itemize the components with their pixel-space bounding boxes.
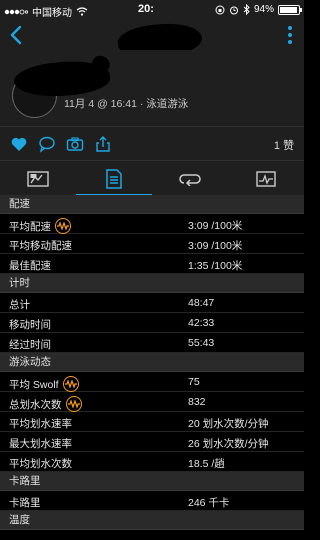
waveform-chart-icon[interactable] bbox=[62, 376, 79, 392]
carrier-name: 中国移动 bbox=[32, 8, 72, 19]
stat-row: 平均移动配速 3:09 /100米 bbox=[0, 234, 304, 254]
document-icon bbox=[106, 168, 122, 189]
share-icon[interactable] bbox=[94, 135, 112, 153]
stat-value: 48:47 bbox=[188, 297, 215, 309]
stat-row: 卡路里 246 千卡 bbox=[0, 491, 304, 511]
activity-date-type: 11月 4 @ 16:41 · 泳道游泳 bbox=[64, 98, 189, 110]
tab-charts[interactable] bbox=[228, 161, 304, 196]
stat-label: 平均 Swolf bbox=[9, 378, 59, 391]
section-header-timing: 计时 bbox=[0, 274, 304, 293]
stat-row: 平均 Swolf 75 bbox=[0, 372, 304, 392]
chevron-left-icon bbox=[10, 25, 22, 45]
chart-icon bbox=[256, 170, 276, 187]
stat-row: 经过时间 55:43 bbox=[0, 333, 304, 353]
dot-icon bbox=[288, 26, 292, 30]
stat-label: 平均配速 bbox=[9, 220, 51, 233]
clock: 20: bbox=[138, 3, 154, 15]
stat-label: 平均划水速率 bbox=[9, 418, 72, 430]
stat-value: 55:43 bbox=[188, 337, 215, 349]
stat-value: 42:33 bbox=[188, 317, 215, 329]
social-action-bar: 1 赞 bbox=[0, 126, 304, 160]
stat-label: 平均划水次数 bbox=[9, 458, 72, 470]
map-icon bbox=[27, 170, 49, 187]
stat-row: 最大划水速率 26 划水次数/分钟 bbox=[0, 432, 304, 452]
stat-value: 832 bbox=[188, 396, 206, 408]
camera-icon[interactable] bbox=[66, 135, 84, 153]
battery-percent: 94% bbox=[253, 4, 274, 15]
stat-row: 移动时间 42:33 bbox=[0, 313, 304, 333]
status-right: 94% bbox=[215, 4, 302, 15]
laps-icon bbox=[179, 173, 201, 186]
dot-icon bbox=[288, 40, 292, 44]
tab-laps[interactable] bbox=[152, 161, 228, 196]
stat-label: 总划水次数 bbox=[9, 398, 62, 411]
stat-label: 经过时间 bbox=[9, 339, 51, 351]
stat-label: 最大划水速率 bbox=[9, 438, 72, 450]
stat-label: 最佳配速 bbox=[9, 260, 51, 272]
stat-value: 3:09 /100米 bbox=[188, 220, 243, 232]
stat-value: 1:35 /100米 bbox=[188, 260, 243, 272]
bluetooth-icon bbox=[243, 4, 250, 15]
stat-label: 平均移动配速 bbox=[9, 240, 72, 252]
detail-tabs bbox=[0, 160, 304, 196]
heart-icon[interactable] bbox=[10, 135, 28, 153]
section-header-pace: 配速 bbox=[0, 195, 304, 214]
stat-label: 卡路里 bbox=[9, 497, 41, 509]
section-header-temperature: 温度 bbox=[0, 511, 304, 530]
status-bar: 中国移动 20: 94% bbox=[0, 0, 304, 20]
stat-row: 平均配速 3:09 /100米 bbox=[0, 214, 304, 234]
stat-label: 总计 bbox=[9, 299, 30, 311]
stat-row: 总划水次数 832 bbox=[0, 392, 304, 412]
stats-list: 配速 平均配速 3:09 /100米 平均移动配速 3:09 /100米 最佳配… bbox=[0, 195, 304, 530]
likes-count[interactable]: 1 赞 bbox=[274, 137, 294, 153]
dot-icon bbox=[288, 33, 292, 37]
comment-icon[interactable] bbox=[38, 135, 56, 153]
tab-overview[interactable] bbox=[0, 161, 76, 196]
stat-value: 3:09 /100米 bbox=[188, 240, 243, 252]
waveform-chart-icon[interactable] bbox=[65, 396, 82, 412]
battery-icon bbox=[278, 4, 302, 15]
waveform-chart-icon[interactable] bbox=[55, 218, 71, 234]
section-header-swim-dynamics: 游泳动态 bbox=[0, 353, 304, 372]
more-options-button[interactable] bbox=[284, 25, 296, 45]
back-button[interactable] bbox=[4, 22, 28, 48]
stat-value: 26 划水次数/分钟 bbox=[188, 438, 269, 450]
tab-stats[interactable] bbox=[76, 161, 152, 196]
stat-value: 75 bbox=[188, 376, 200, 388]
nav-bar bbox=[0, 18, 304, 64]
battery-fill bbox=[280, 6, 297, 13]
stat-value: 246 千卡 bbox=[188, 497, 230, 509]
activity-header: 11月 4 @ 16:41 · 泳道游泳 bbox=[0, 50, 304, 126]
stat-row: 最佳配速 1:35 /100米 bbox=[0, 254, 304, 274]
stat-label: 移动时间 bbox=[9, 319, 51, 331]
status-left: 中国移动 bbox=[4, 4, 88, 19]
stat-row: 平均划水次数 18.5 /趟 bbox=[0, 452, 304, 472]
lock-rotation-icon bbox=[215, 5, 225, 14]
section-header-calories: 卡路里 bbox=[0, 472, 304, 491]
signal-icon bbox=[4, 9, 28, 14]
stat-value: 18.5 /趟 bbox=[188, 458, 225, 470]
stat-row: 平均划水速率 20 划水次数/分钟 bbox=[0, 412, 304, 432]
stat-row: 总计 48:47 bbox=[0, 293, 304, 313]
wifi-icon bbox=[76, 7, 88, 16]
stat-value: 20 划水次数/分钟 bbox=[188, 418, 269, 430]
alarm-icon bbox=[229, 6, 238, 14]
